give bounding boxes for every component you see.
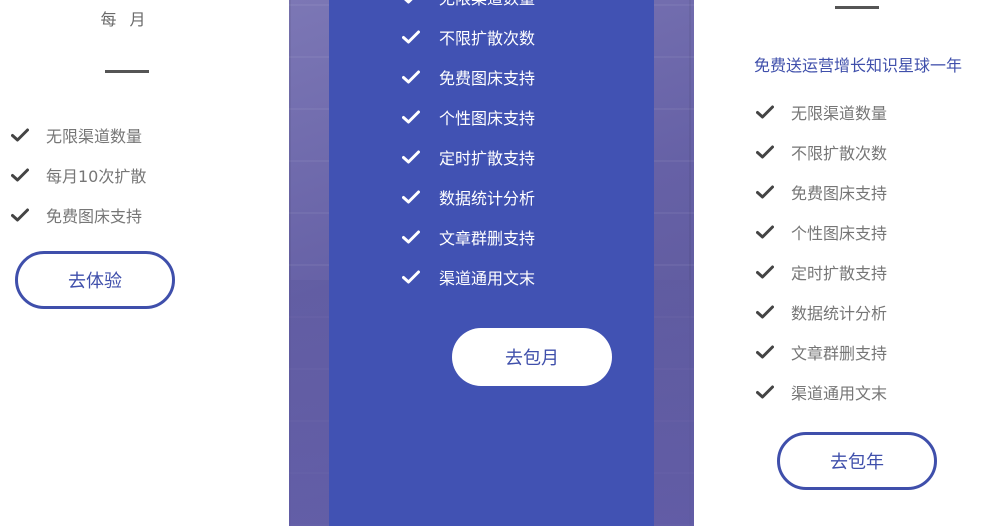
check-icon xyxy=(401,227,421,247)
feature-item: 每月10次扩散 xyxy=(10,163,146,187)
feature-label: 无限渠道数量 xyxy=(439,0,535,9)
check-icon xyxy=(10,205,30,225)
feature-item: 免费图床支持 xyxy=(401,65,535,89)
feature-item: 免费图床支持 xyxy=(10,203,142,227)
feature-label: 无限渠道数量 xyxy=(46,127,143,146)
feature-label: 个性图床支持 xyxy=(791,224,888,243)
check-icon xyxy=(401,267,421,287)
plan-trial: 每 月 无限渠道数量 每月10次扩散 免费图床支持 去体验 xyxy=(0,0,250,526)
feature-item: 渠道通用文末 xyxy=(755,380,887,404)
feature-label: 免费图床支持 xyxy=(46,207,143,226)
feature-label: 数据统计分析 xyxy=(439,189,536,208)
check-icon xyxy=(755,302,775,322)
check-icon xyxy=(755,342,775,362)
check-icon xyxy=(401,107,421,127)
feature-label: 渠道通用文末 xyxy=(439,269,536,288)
feature-item: 无限渠道数量 xyxy=(10,123,142,147)
feature-item: 无限渠道数量 xyxy=(755,100,887,124)
feature-item: 文章群删支持 xyxy=(755,340,887,364)
check-icon xyxy=(10,165,30,185)
check-icon xyxy=(755,382,775,402)
feature-label: 不限扩散次数 xyxy=(791,144,888,163)
check-icon xyxy=(401,27,421,47)
feature-label: 无限渠道数量 xyxy=(791,104,888,123)
feature-item: 定时扩散支持 xyxy=(401,145,535,169)
pricing-section: 每 月 无限渠道数量 每月10次扩散 免费图床支持 去体验 不限扩散次数 免费图… xyxy=(0,0,986,526)
plan-yearly: 免费送运营增长知识星球一年 无限渠道数量 不限扩散次数 免费图床支持 个性图床支… xyxy=(730,0,986,526)
plan-bonus: 免费送运营增长知识星球一年 xyxy=(753,56,962,75)
feature-label: 不限扩散次数 xyxy=(439,29,536,48)
check-icon xyxy=(755,262,775,282)
divider xyxy=(835,6,879,9)
plan-period: 每 月 xyxy=(100,10,150,29)
check-icon xyxy=(401,187,421,207)
feature-item: 数据统计分析 xyxy=(401,185,535,209)
feature-item: 渠道通用文末 xyxy=(401,265,535,289)
yearly-button[interactable]: 去包年 xyxy=(777,432,937,490)
check-icon xyxy=(401,67,421,87)
monthly-button[interactable]: 去包月 xyxy=(452,328,612,386)
feature-item: 定时扩散支持 xyxy=(755,260,887,284)
check-icon xyxy=(401,147,421,167)
plan-monthly: 无限渠道数量 不限扩散次数 免费图床支持 个性图床支持 xyxy=(289,0,694,526)
check-icon xyxy=(755,102,775,122)
try-button[interactable]: 去体验 xyxy=(15,251,175,309)
feature-label: 定时扩散支持 xyxy=(439,149,536,168)
check-icon xyxy=(755,182,775,202)
feature-label: 文章群删支持 xyxy=(439,229,536,248)
feature-item: 免费图床支持 xyxy=(755,180,887,204)
feature-item: 文章群删支持 xyxy=(401,225,535,249)
feature-item: 无限渠道数量 xyxy=(401,0,535,9)
feature-label: 个性图床支持 xyxy=(439,109,536,128)
feature-label: 定时扩散支持 xyxy=(791,264,888,283)
feature-label: 免费图床支持 xyxy=(791,184,888,203)
check-icon xyxy=(401,0,421,7)
divider xyxy=(105,70,149,73)
feature-item: 数据统计分析 xyxy=(755,300,887,324)
check-icon xyxy=(755,222,775,242)
feature-item: 不限扩散次数 xyxy=(755,140,887,164)
feature-label: 数据统计分析 xyxy=(791,304,888,323)
plan-card: 无限渠道数量 不限扩散次数 免费图床支持 个性图床支持 xyxy=(329,0,654,526)
feature-label: 渠道通用文末 xyxy=(791,384,888,403)
feature-item: 个性图床支持 xyxy=(401,105,535,129)
check-icon xyxy=(755,142,775,162)
feature-item: 不限扩散次数 xyxy=(401,25,535,49)
feature-label: 免费图床支持 xyxy=(439,69,536,88)
check-icon xyxy=(10,125,30,145)
feature-label: 每月10次扩散 xyxy=(46,167,147,186)
feature-item: 个性图床支持 xyxy=(755,220,887,244)
feature-label: 文章群删支持 xyxy=(791,344,888,363)
